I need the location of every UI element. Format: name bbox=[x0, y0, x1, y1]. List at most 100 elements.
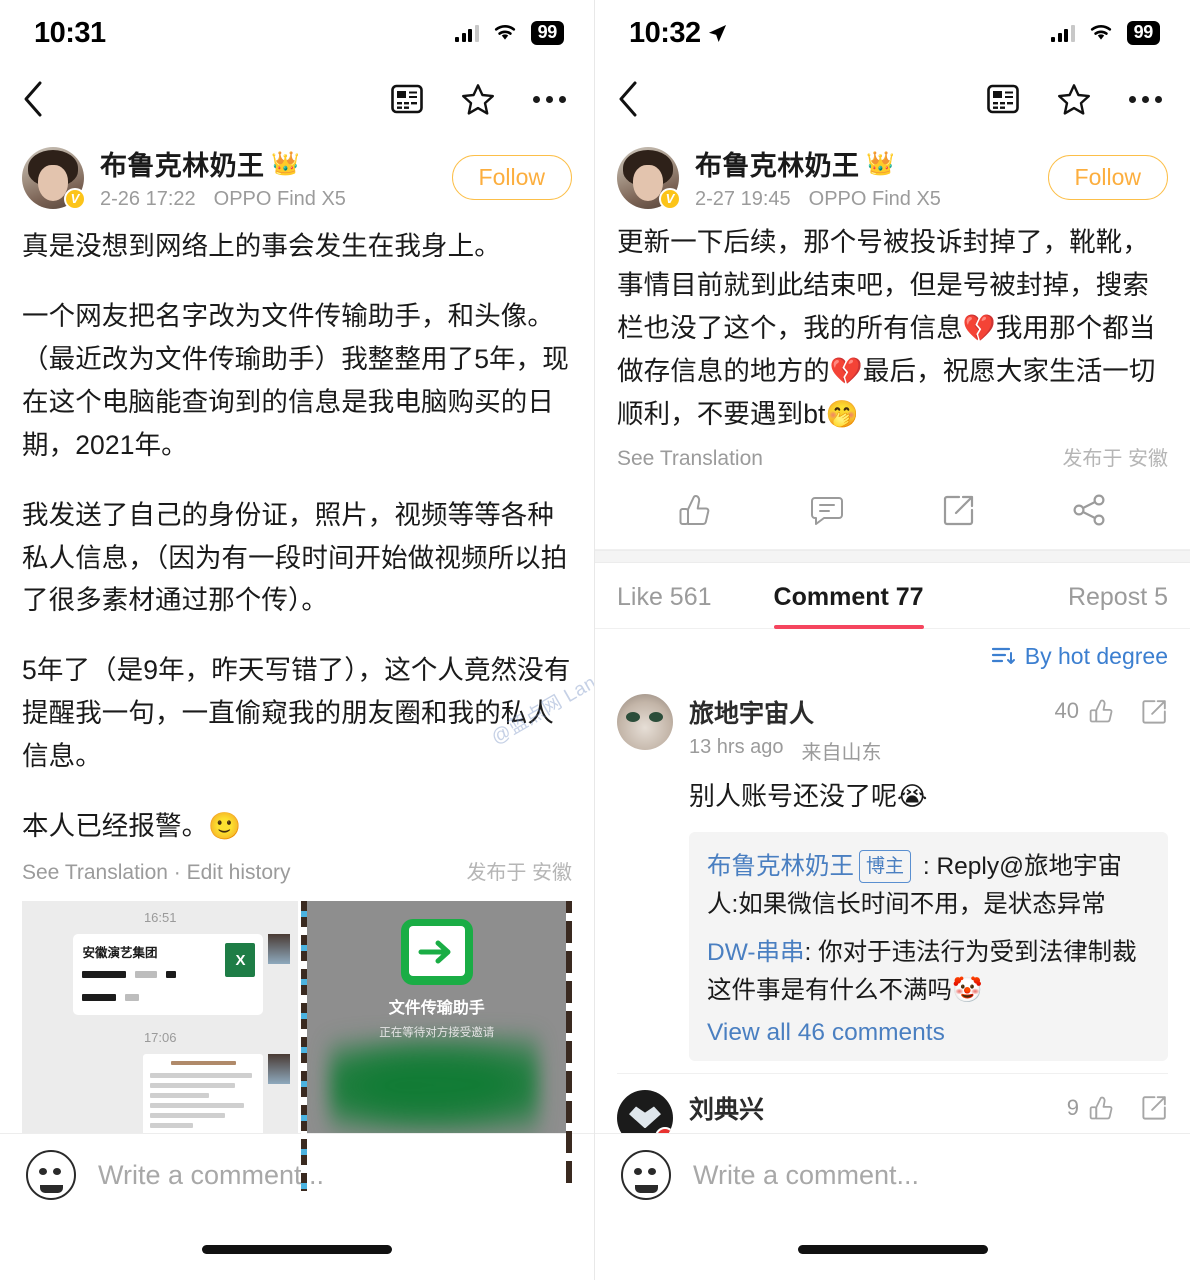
thumbs-up-icon bbox=[1089, 699, 1113, 723]
post-header-left: V 布鲁克林奶王 👑 2-26 17:22 OPPO Find X5 Follo… bbox=[0, 132, 594, 219]
follow-button[interactable]: Follow bbox=[1047, 155, 1168, 200]
comment-avatar[interactable] bbox=[617, 693, 673, 750]
tab-separator-strip bbox=[595, 549, 1190, 563]
status-time: 10:31 bbox=[34, 16, 106, 49]
reply-separator: : bbox=[916, 852, 937, 880]
repost-icon[interactable] bbox=[942, 493, 976, 527]
like-icon[interactable] bbox=[677, 493, 713, 527]
post-meta-footer-right: See Translation 发布于 安徽 bbox=[595, 436, 1190, 471]
edit-history-link[interactable]: Edit history bbox=[187, 861, 291, 884]
post-meta-row: 2-26 17:22 OPPO Find X5 bbox=[100, 188, 436, 211]
comment-placeholder[interactable]: Write a comment... bbox=[693, 1160, 919, 1191]
verified-badge: V bbox=[64, 187, 86, 210]
reply-item: 布鲁克林奶王 博主 : Reply@旅地宇宙人:如果微信长时间不用，是状态异常 bbox=[707, 848, 1150, 924]
comment-input-bar[interactable]: Write a comment... bbox=[0, 1134, 594, 1218]
status-right-group: 99 bbox=[1051, 21, 1160, 45]
see-translation-link[interactable]: See Translation bbox=[617, 447, 763, 470]
post-meta-row: 2-27 19:45 OPPO Find X5 bbox=[695, 188, 1032, 211]
comment-body: 旅地宇宙人 13 hrs ago 来自山东 40 别人账号还没了呢😭 布鲁克林奶… bbox=[689, 694, 1168, 1062]
comment-icon[interactable] bbox=[809, 493, 845, 527]
follow-button[interactable]: Follow bbox=[451, 155, 572, 200]
comment-actions: 40 bbox=[1055, 694, 1168, 725]
posted-from: 发布于 安徽 bbox=[466, 862, 572, 885]
status-time: 10:32 bbox=[629, 16, 701, 49]
external-link-icon[interactable] bbox=[1141, 698, 1168, 725]
sort-by-hot-button[interactable]: By hot degree bbox=[991, 643, 1168, 670]
face-avatar-icon bbox=[621, 1150, 671, 1200]
left-screen: 10:31 99 V 布鲁克林奶王 👑 2-26 17:22 OPPO Find… bbox=[0, 0, 595, 1280]
author-badge: 博主 bbox=[859, 849, 912, 884]
translation-row: See Translation bbox=[617, 447, 763, 471]
chat-message-row: 安徽演艺集团 X bbox=[22, 934, 298, 1021]
post-date: 2-27 19:45 bbox=[695, 188, 791, 210]
comment-author[interactable]: 刘典兴 bbox=[689, 1090, 882, 1126]
more-dots-icon[interactable] bbox=[1129, 95, 1162, 103]
post-paragraph: 5年了（是9年，昨天写错了），这个人竟然没有提醒我一句，一直偷窥我的朋友圈和我的… bbox=[22, 655, 571, 772]
film-strip-edge-right bbox=[566, 901, 572, 1192]
view-all-comments-link[interactable]: View all 46 comments bbox=[707, 1019, 1150, 1047]
post-action-bar bbox=[595, 471, 1190, 550]
battery-level: 99 bbox=[1126, 21, 1160, 45]
username[interactable]: 布鲁克林奶王 bbox=[695, 144, 859, 183]
star-icon[interactable] bbox=[461, 83, 495, 116]
nav-bar-right bbox=[595, 66, 1190, 132]
username-row: 布鲁克林奶王 👑 bbox=[100, 144, 436, 183]
tab-like[interactable]: Like 561 bbox=[617, 583, 712, 628]
status-bar-right: 10:32 99 bbox=[595, 0, 1190, 66]
wifi-icon bbox=[1090, 25, 1111, 41]
chat-timestamp: 17:06 bbox=[143, 1030, 177, 1046]
comment-location: 来自山东 bbox=[801, 741, 882, 764]
post-date: 2-26 17:22 bbox=[100, 188, 196, 210]
back-chevron-icon[interactable] bbox=[22, 80, 44, 118]
posted-from: 发布于 安徽 bbox=[1062, 447, 1168, 470]
crown-icon: 👑 bbox=[271, 150, 301, 176]
translation-row: See Translation · Edit history bbox=[22, 861, 291, 885]
chat-avatar bbox=[268, 1054, 291, 1085]
post-text: 更新一下后续，那个号被投诉封掉了，靴靴，事情目前就到此结束吧，但是号被封掉，搜索… bbox=[617, 227, 1156, 429]
comment-input-bar[interactable]: Write a comment... bbox=[595, 1134, 1190, 1218]
tab-repost[interactable]: Repost 5 bbox=[1068, 583, 1168, 628]
comment-time: 13 hrs ago bbox=[689, 735, 784, 758]
comment-like-button[interactable]: 40 bbox=[1055, 698, 1115, 724]
thumbs-up-icon bbox=[1089, 1096, 1113, 1120]
post-device: OPPO Find X5 bbox=[808, 188, 941, 210]
dual-screenshot-container: 10:31 99 V 布鲁克林奶王 👑 2-26 17:22 OPPO Find… bbox=[0, 0, 1190, 1280]
tab-comment[interactable]: Comment 77 bbox=[773, 583, 924, 629]
blurred-green-overlay bbox=[329, 1031, 540, 1142]
post-paragraph: 真是没想到网络上的事会发生在我身上。 bbox=[22, 231, 501, 261]
sort-label: By hot degree bbox=[1024, 642, 1168, 669]
avatar[interactable]: V bbox=[22, 146, 86, 210]
post-device: OPPO Find X5 bbox=[213, 188, 346, 210]
sort-icon bbox=[991, 648, 1015, 665]
article-list-icon[interactable] bbox=[987, 84, 1019, 114]
post-header-right: V 布鲁克林奶王 👑 2-27 19:45 OPPO Find X5 Follo… bbox=[595, 132, 1190, 219]
post-meta-footer-left: See Translation · Edit history 发布于 安徽 bbox=[0, 850, 594, 885]
reply-item: DW-串串: 你对于违法行为受到法律制裁这件事是有什么不满吗🤡 bbox=[707, 934, 1150, 1010]
more-dots-icon[interactable] bbox=[533, 95, 566, 103]
engagement-tabs: Like 561 Comment 77 Repost 5 bbox=[595, 563, 1190, 629]
back-chevron-icon[interactable] bbox=[617, 80, 639, 118]
home-indicator bbox=[595, 1218, 1190, 1280]
share-icon[interactable] bbox=[1072, 494, 1108, 526]
chat-avatar bbox=[268, 934, 291, 965]
status-right-group: 99 bbox=[455, 21, 564, 45]
star-icon[interactable] bbox=[1057, 83, 1091, 116]
nav-bar-left bbox=[0, 66, 594, 132]
username[interactable]: 布鲁克林奶王 bbox=[100, 144, 264, 183]
meta-separator: · bbox=[173, 861, 181, 885]
face-avatar-icon bbox=[26, 1150, 76, 1200]
comment-header: 旅地宇宙人 13 hrs ago 来自山东 40 bbox=[689, 694, 1168, 765]
comment-placeholder[interactable]: Write a comment... bbox=[98, 1160, 324, 1191]
post-paragraph: 我发送了自己的身份证，照片，视频等等各种私人信息，（因为有一段时间开始做视频所以… bbox=[22, 499, 568, 616]
post-author-meta: 布鲁克林奶王 👑 2-26 17:22 OPPO Find X5 bbox=[100, 144, 436, 211]
see-translation-link[interactable]: See Translation bbox=[22, 861, 168, 884]
article-list-icon[interactable] bbox=[391, 84, 423, 114]
reply-separator: : bbox=[804, 938, 819, 966]
reply-author[interactable]: DW-串串 bbox=[707, 939, 805, 966]
comment-author[interactable]: 旅地宇宙人 bbox=[689, 694, 882, 730]
comment-like-button[interactable]: 9 bbox=[1067, 1095, 1115, 1121]
avatar[interactable]: V bbox=[617, 146, 681, 210]
external-link-icon[interactable] bbox=[1141, 1094, 1168, 1121]
home-indicator bbox=[0, 1218, 594, 1280]
reply-author[interactable]: 布鲁克林奶王 bbox=[707, 853, 854, 880]
